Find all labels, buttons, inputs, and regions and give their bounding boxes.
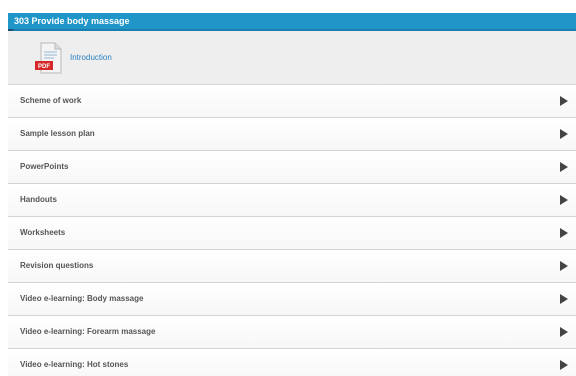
list-item-label: Video e-learning: Forearm massage [20,327,156,336]
list-item-worksheets[interactable]: Worksheets [8,217,576,250]
chevron-right-icon [560,228,568,238]
resource-list: Scheme of work Sample lesson plan PowerP… [8,85,576,376]
section-header: 303 Provide body massage [8,13,576,31]
chevron-right-icon [560,129,568,139]
list-item-label: Handouts [20,195,57,204]
list-item-label: Video e-learning: Body massage [20,294,144,303]
list-item-scheme-of-work[interactable]: Scheme of work [8,85,576,118]
chevron-right-icon [560,327,568,337]
list-item-video-forearm-massage[interactable]: Video e-learning: Forearm massage [8,316,576,349]
list-item-label: Revision questions [20,261,94,270]
list-item-powerpoints[interactable]: PowerPoints [8,151,576,184]
list-item-video-body-massage[interactable]: Video e-learning: Body massage [8,283,576,316]
introduction-link[interactable]: Introduction [70,53,112,62]
chevron-right-icon [560,96,568,106]
list-item-label: Sample lesson plan [20,129,95,138]
chevron-right-icon [560,162,568,172]
list-item-handouts[interactable]: Handouts [8,184,576,217]
pdf-badge-text: PDF [38,64,50,70]
list-item-label: PowerPoints [20,162,69,171]
list-item-revision-questions[interactable]: Revision questions [8,250,576,283]
chevron-right-icon [560,360,568,370]
list-item-label: Scheme of work [20,96,82,105]
list-item-label: Worksheets [20,228,66,237]
list-item-label: Video e-learning: Hot stones [20,360,129,369]
section-title: 303 Provide body massage [14,16,130,26]
page: 303 Provide body massage PDF Introductio… [0,0,576,376]
pdf-file-icon[interactable]: PDF [34,42,64,76]
list-item-sample-lesson-plan[interactable]: Sample lesson plan [8,118,576,151]
chevron-right-icon [560,261,568,271]
chevron-right-icon [560,294,568,304]
chevron-right-icon [560,195,568,205]
list-item-video-hot-stones[interactable]: Video e-learning: Hot stones [8,349,576,376]
